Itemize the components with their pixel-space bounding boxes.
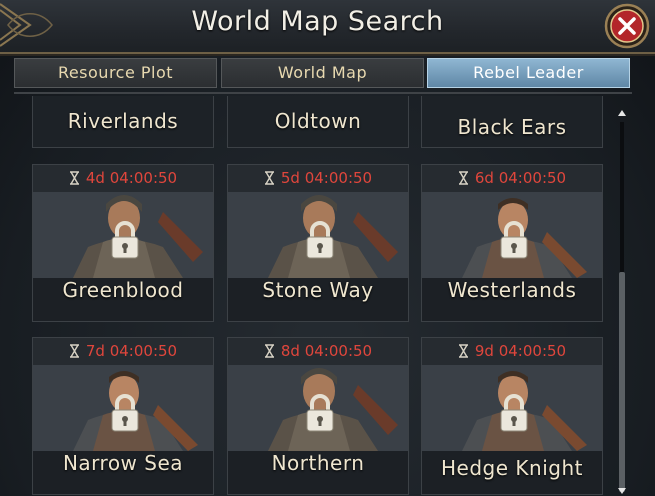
timer-text: 6d 04:00:50 [474, 169, 567, 187]
unlock-timer: 7d 04:00:50 [33, 338, 213, 365]
unlock-timer: 9d 04:00:50 [422, 338, 602, 365]
padlock-icon [500, 221, 528, 259]
hourglass-icon [69, 171, 79, 185]
rebel-leader-grid: Riverlands Oldtown Black Ears 4d 04:00:5… [0, 96, 612, 496]
card-name: Northern [271, 451, 365, 475]
unlock-timer: 5d 04:00:50 [228, 165, 408, 192]
leader-portrait [228, 365, 408, 451]
unlock-timer: 4d 04:00:50 [33, 165, 213, 192]
leader-portrait [228, 192, 408, 278]
leader-portrait [33, 192, 213, 278]
unlock-timer: 6d 04:00:50 [422, 165, 602, 192]
timer-text: 8d 04:00:50 [280, 342, 373, 360]
padlock-icon [500, 394, 528, 432]
timer-text: 4d 04:00:50 [85, 169, 178, 187]
window-title: World Map Search [191, 6, 444, 37]
rebel-card-hedge-knight[interactable]: 9d 04:00:50 Hedge Knight [421, 337, 603, 495]
hourglass-icon [458, 344, 468, 358]
rebel-card-westerlands[interactable]: 6d 04:00:50 Westerlands [421, 164, 603, 322]
timer-text: 5d 04:00:50 [280, 169, 373, 187]
rebel-card-riverlands[interactable]: Riverlands [32, 96, 214, 148]
scroll-up-icon[interactable] [617, 108, 627, 118]
rebel-card-oldtown[interactable]: Oldtown [227, 96, 409, 148]
tab-bar: Resource Plot World Map Rebel Leader [14, 58, 632, 90]
card-name: Westerlands [447, 278, 577, 302]
scroll-down-icon[interactable] [617, 486, 627, 496]
rebel-card-stone-way[interactable]: 5d 04:00:50 Stone Way [227, 164, 409, 322]
padlock-icon [306, 394, 334, 432]
hourglass-icon [264, 344, 274, 358]
card-name: Hedge Knight [441, 456, 583, 480]
card-name: Greenblood [62, 278, 184, 302]
rebel-card-narrow-sea[interactable]: 7d 04:00:50 Narrow Sea [32, 337, 214, 495]
world-map-search-window: World Map Search Resource Plot World Map… [0, 0, 655, 496]
unlock-timer: 8d 04:00:50 [228, 338, 408, 365]
scroll-thumb[interactable] [619, 272, 625, 492]
title-bar: World Map Search [0, 0, 655, 54]
rebel-card-greenblood[interactable]: 4d 04:00:50 Greenblood [32, 164, 214, 322]
timer-text: 7d 04:00:50 [85, 342, 178, 360]
tab-rebel-leader[interactable]: Rebel Leader [427, 58, 630, 88]
hourglass-icon [458, 171, 468, 185]
hourglass-icon [264, 171, 274, 185]
padlock-icon [306, 221, 334, 259]
scrollbar[interactable] [617, 108, 627, 496]
leader-portrait [33, 365, 213, 451]
tab-divider [14, 92, 632, 94]
card-name: Black Ears [457, 115, 567, 139]
card-name: Narrow Sea [62, 451, 184, 475]
card-name: Stone Way [262, 278, 374, 302]
timer-text: 9d 04:00:50 [474, 342, 567, 360]
tab-world-map[interactable]: World Map [221, 58, 424, 88]
rebel-card-northern[interactable]: 8d 04:00:50 Northern [227, 337, 409, 495]
card-name: Riverlands [67, 109, 179, 133]
hourglass-icon [69, 344, 79, 358]
tab-resource-plot[interactable]: Resource Plot [14, 58, 217, 88]
leader-portrait [422, 192, 602, 278]
close-icon[interactable] [603, 2, 651, 50]
padlock-icon [111, 394, 139, 432]
rebel-card-black-ears[interactable]: Black Ears [421, 96, 603, 148]
leader-portrait [422, 365, 602, 451]
card-name: Oldtown [274, 109, 362, 133]
padlock-icon [111, 221, 139, 259]
